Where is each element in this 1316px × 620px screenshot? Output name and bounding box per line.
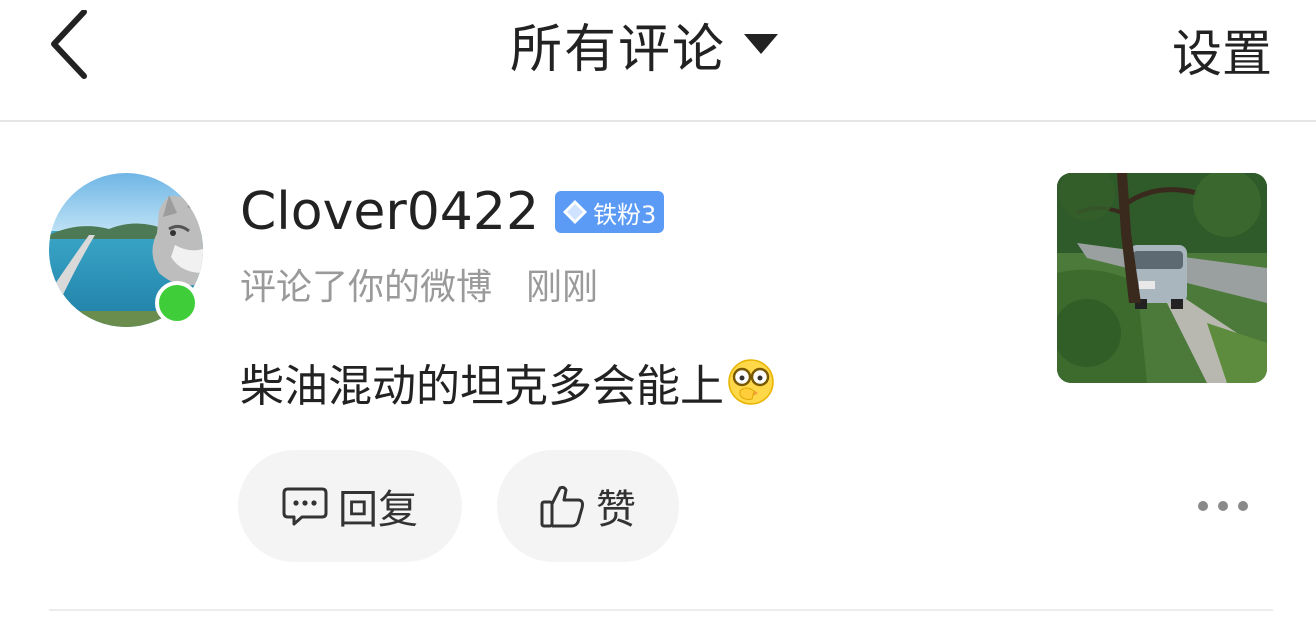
top-bar: 所有评论 设置 (0, 0, 1316, 122)
chevron-left-icon (51, 9, 87, 79)
username-link[interactable]: Clover0422 (240, 182, 539, 242)
back-button[interactable] (40, 9, 100, 80)
thumbs-up-icon (540, 485, 584, 528)
reply-label: 回复 (338, 487, 418, 533)
fan-level-badge[interactable]: 铁粉3 (555, 191, 665, 233)
online-status-dot (155, 281, 199, 325)
item-divider (49, 609, 1273, 611)
comment-text: 柴油混动的坦克多会能上 (240, 361, 724, 412)
comment-filter-dropdown[interactable]: 所有评论 (510, 12, 779, 80)
page-title: 所有评论 (510, 19, 727, 80)
glasses-face-emoji-icon (728, 359, 774, 405)
caret-down-icon (744, 34, 779, 54)
comment-text-row[interactable]: 柴油混动的坦克多会能上 (240, 350, 776, 414)
fan-badge-label: 铁粉3 (593, 200, 657, 229)
comment-header: Clover0422 铁粉3 (240, 180, 665, 244)
reply-button[interactable]: 回复 (238, 450, 462, 562)
ellipsis-dot (1218, 501, 1228, 511)
comment-action-text: 评论了你的微博 (240, 267, 493, 308)
settings-button[interactable]: 设置 (1172, 14, 1272, 86)
diamond-icon (563, 200, 588, 224)
thumbnail-image (1057, 173, 1267, 383)
comment-bubble-icon (282, 487, 328, 526)
more-options-button[interactable] (1198, 492, 1248, 520)
comment-meta: 评论了你的微博 刚刚 (240, 258, 598, 310)
ellipsis-dot (1198, 501, 1208, 511)
ellipsis-dot (1238, 501, 1248, 511)
weibo-post-thumbnail[interactable] (1057, 173, 1267, 383)
like-button[interactable]: 赞 (497, 450, 679, 562)
comment-timestamp: 刚刚 (526, 267, 599, 308)
like-label: 赞 (596, 487, 636, 533)
comments-page: 所有评论 设置 Clover0422 铁粉3 评论了你的微博 刚刚 柴油混动的坦… (0, 0, 1316, 620)
